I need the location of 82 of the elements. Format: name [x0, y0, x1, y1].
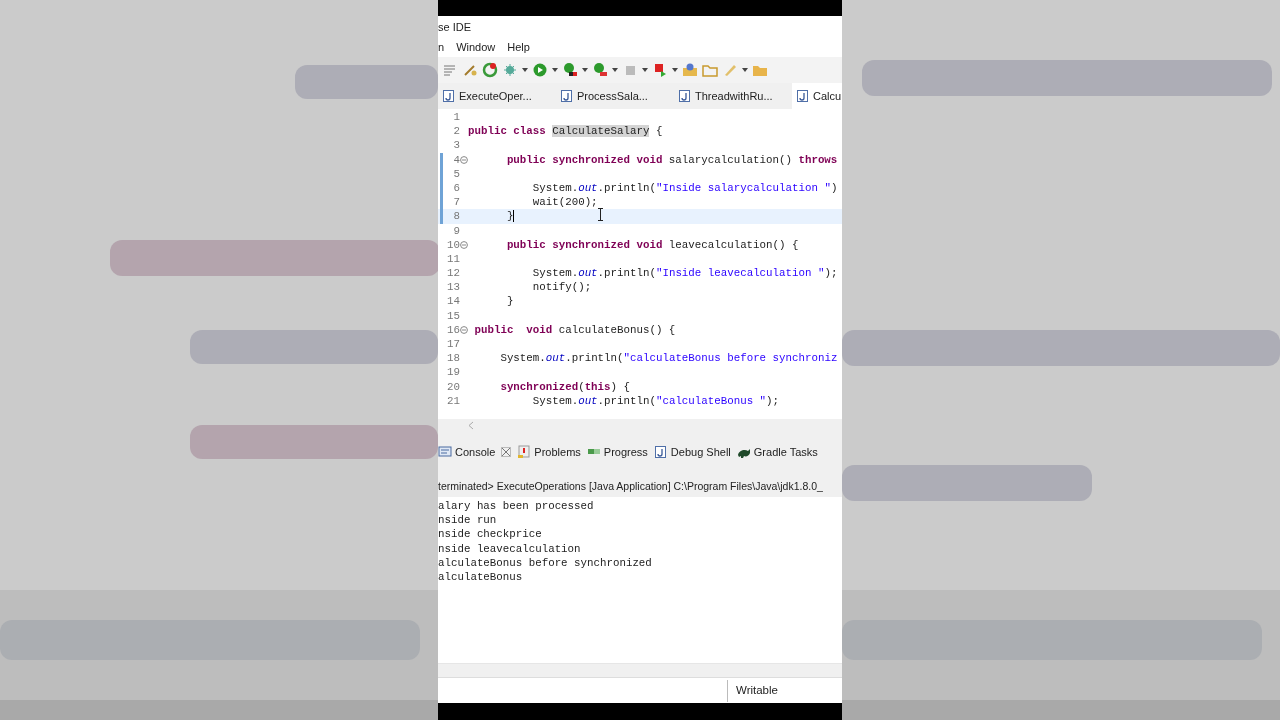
- collapse-icon[interactable]: [460, 240, 468, 249]
- console-output-line: alculateBonus before synchronized: [438, 555, 653, 570]
- record-icon[interactable]: [652, 62, 668, 78]
- console-output-line: nside checkprice: [438, 527, 543, 542]
- editor-tab[interactable]: Calcu: [792, 83, 842, 109]
- code-line: notify();: [531, 280, 592, 295]
- collapse-icon[interactable]: [460, 325, 468, 334]
- code-line: }: [505, 209, 515, 224]
- code-line: System.out.println("Inside salarycalculation "): [531, 180, 838, 196]
- code-line: System.out.println("calculateBonus ");: [531, 393, 780, 408]
- console-output-line: alary has been processed: [438, 499, 595, 514]
- run-icon[interactable]: [532, 62, 548, 78]
- console-header: terminated> ExecuteOperations [Java Application] C:\Program Files\Java\jdk1.8.0_: [438, 479, 823, 495]
- line-number: 13: [447, 280, 460, 295]
- java-file-icon: [560, 89, 573, 103]
- code-line: System.out.println("calculateBonus before synchroniz: [499, 351, 838, 366]
- code-line: synchronized(this) {: [499, 379, 630, 394]
- view-tab[interactable]: Gradle Tasks: [736, 443, 818, 461]
- java-file-icon: [796, 89, 809, 103]
- caret-icon[interactable]: [582, 68, 588, 72]
- line-number: 15: [447, 308, 460, 323]
- menu-item[interactable]: Help: [507, 39, 530, 56]
- editor-tab[interactable]: ThreadwithRu...: [674, 83, 792, 109]
- console-output-line: nside run: [438, 513, 498, 528]
- window-title: se IDE: [438, 19, 471, 35]
- caret-icon[interactable]: [742, 68, 748, 72]
- line-number: 17: [447, 337, 460, 352]
- line-number: 10: [447, 237, 460, 252]
- text-cursor-icon: [597, 208, 604, 221]
- line-number: 20: [447, 379, 460, 394]
- line-number: 4: [453, 152, 460, 167]
- java-file-icon: [442, 89, 455, 103]
- caret-icon[interactable]: [522, 68, 528, 72]
- line-number: 16: [447, 322, 460, 337]
- console-icon: [438, 445, 452, 459]
- menu-item[interactable]: n: [438, 39, 445, 56]
- line-number: 19: [447, 365, 460, 380]
- code-line: public synchronized void leavecalculation() {: [505, 237, 799, 252]
- java-file-icon: [653, 445, 668, 459]
- view-tab[interactable]: Problems: [517, 443, 581, 461]
- console-output-line: nside leavecalculation: [438, 541, 582, 556]
- line-number: 7: [453, 195, 460, 210]
- line-number: 14: [447, 294, 460, 309]
- line-number: 11: [447, 251, 460, 267]
- menu-item[interactable]: Window: [456, 39, 496, 56]
- line-number: 2: [453, 124, 460, 139]
- tools-icon[interactable]: [462, 62, 478, 78]
- status-field: Writable: [727, 679, 778, 702]
- view-tab[interactable]: Console: [438, 443, 496, 461]
- code-line: System.out.println("Inside leavecalculation ");: [531, 266, 838, 281]
- problems-icon: [517, 445, 532, 459]
- line-number: 18: [447, 351, 460, 366]
- code-line: }: [505, 294, 514, 309]
- run-config-icon[interactable]: [592, 62, 608, 78]
- line-number: 8: [453, 209, 460, 224]
- run-server-icon[interactable]: [562, 62, 578, 78]
- editor-tab[interactable]: ExecuteOper...: [438, 83, 556, 109]
- line-number: 12: [447, 266, 460, 281]
- folder-globe-icon[interactable]: [682, 62, 698, 78]
- code-line: public class CalculateSalary {: [468, 124, 663, 139]
- console-output-line: alculateBonus: [438, 570, 524, 585]
- view-tab[interactable]: Progress: [586, 443, 648, 461]
- line-number: 5: [453, 166, 460, 181]
- line-number: 6: [453, 180, 460, 196]
- close-icon[interactable]: [501, 447, 512, 457]
- caret-icon[interactable]: [552, 68, 558, 72]
- collapse-icon[interactable]: [460, 155, 468, 164]
- code-line: public void calculateBonus() {: [473, 322, 676, 337]
- folder-icon[interactable]: [702, 62, 718, 78]
- java-file-icon: [678, 89, 691, 103]
- view-tab[interactable]: Debug Shell: [653, 443, 731, 461]
- caret-icon[interactable]: [612, 68, 618, 72]
- editor-tab[interactable]: ProcessSala...: [556, 83, 674, 109]
- caret-icon[interactable]: [672, 68, 678, 72]
- line-number: 9: [453, 223, 460, 238]
- refresh-icon[interactable]: [482, 62, 498, 78]
- line-number: 21: [447, 393, 460, 408]
- caret-icon[interactable]: [642, 68, 648, 72]
- code-line: public synchronized void salarycalculation() throws: [505, 152, 838, 167]
- line-number: 3: [453, 138, 460, 153]
- line-number: 1: [453, 110, 460, 125]
- code-line: wait(200);: [531, 195, 598, 210]
